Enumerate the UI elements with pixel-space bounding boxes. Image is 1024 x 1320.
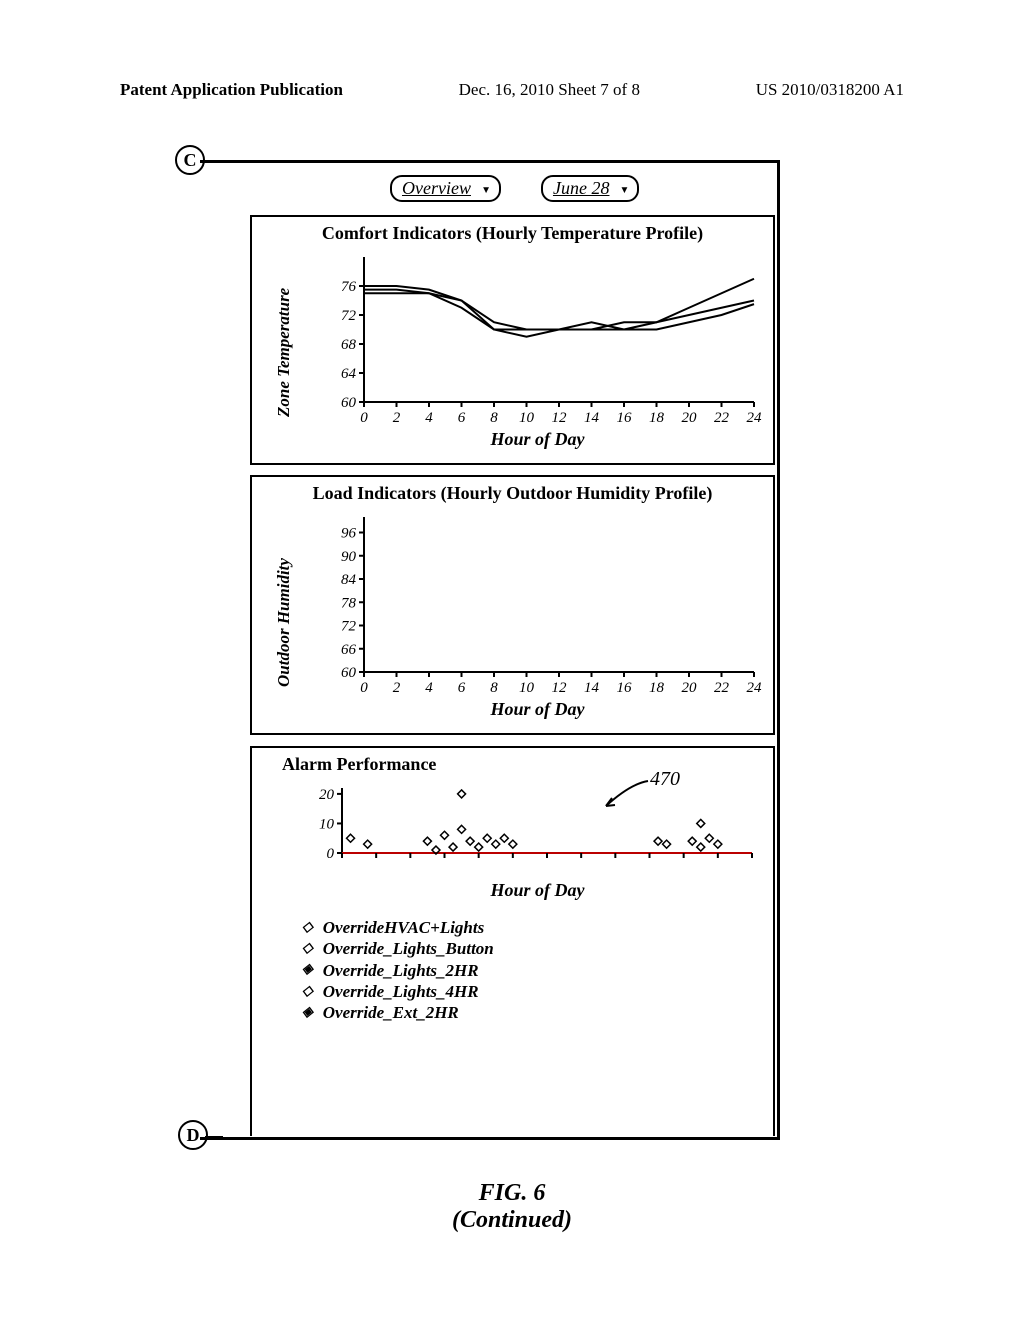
ref-470-leader [600,778,660,818]
svg-text:64: 64 [341,366,357,382]
alarm-panel: Alarm Performance 0 10 20 Hour of Day ◇ Ove… [250,746,775,1136]
svg-text:20: 20 [682,410,698,426]
alarm-legend: ◇ OverrideHVAC+Lights ◇ Override_Lights_Bu… [302,917,773,1023]
svg-text:12: 12 [552,680,568,696]
svg-text:4: 4 [425,680,433,696]
overview-label: Overview [402,178,471,198]
load-chart: 60667278849096024681012141618202224 [324,512,773,697]
chevron-down-icon: ▼ [620,185,630,196]
legend-item: Override_Lights_Button [323,938,494,959]
svg-text:8: 8 [490,680,498,696]
load-xlabel: Hour of Day [302,699,773,720]
svg-text:8: 8 [490,410,498,426]
svg-text:24: 24 [747,410,763,426]
diamond-icon: ◇ [302,983,313,1001]
header-mid: Dec. 16, 2010 Sheet 7 of 8 [459,80,640,100]
diamond-icon: ◇ [302,919,313,937]
svg-text:60: 60 [341,665,357,681]
svg-text:12: 12 [552,410,568,426]
svg-text:10: 10 [319,816,335,832]
svg-text:24: 24 [747,680,763,696]
top-controls: Overview ▼ June 28 ▼ [390,175,639,202]
comfort-chart: 6064687276024681012141618202224 [324,252,773,427]
comfort-title: Comfort Indicators (Hourly Temperature P… [252,223,773,244]
svg-text:18: 18 [649,680,665,696]
svg-text:22: 22 [714,410,730,426]
legend-item: Override_Ext_2HR [323,1002,459,1023]
legend-item: Override_Lights_4HR [323,981,479,1002]
overview-dropdown[interactable]: Overview ▼ [390,175,501,202]
figure-label: FIG. 6 [0,1180,1024,1207]
load-title: Load Indicators (Hourly Outdoor Humidity… [252,483,773,504]
svg-text:96: 96 [341,526,357,542]
chevron-down-icon: ▼ [481,185,491,196]
svg-text:60: 60 [341,395,357,411]
svg-text:4: 4 [425,410,433,426]
page-header: Patent Application Publication Dec. 16, … [0,80,1024,100]
legend-item: OverrideHVAC+Lights [323,917,484,938]
comfort-ylabel: Zone Temperature [274,288,294,417]
header-left: Patent Application Publication [120,80,343,100]
diamond-icon: ◇ [302,940,313,958]
alarm-chart: 0 10 20 [302,783,773,878]
svg-text:22: 22 [714,680,730,696]
comfort-panel: Comfort Indicators (Hourly Temperature P… [250,215,775,465]
svg-text:14: 14 [584,410,600,426]
svg-text:14: 14 [584,680,600,696]
legend-item: Override_Lights_2HR [323,960,479,981]
figure-caption: FIG. 6 (Continued) [0,1180,1024,1234]
svg-text:72: 72 [341,308,357,324]
svg-text:76: 76 [341,279,357,295]
svg-text:72: 72 [341,619,357,635]
alarm-xlabel: Hour of Day [302,880,773,901]
svg-text:84: 84 [341,572,357,588]
svg-text:0: 0 [360,410,368,426]
figure-sub: (Continued) [0,1207,1024,1234]
svg-text:16: 16 [617,680,633,696]
svg-text:16: 16 [617,410,633,426]
load-panel: Load Indicators (Hourly Outdoor Humidity… [250,475,775,735]
svg-text:6: 6 [458,410,466,426]
diamond-icon: ◈ [302,1004,313,1022]
comfort-xlabel: Hour of Day [302,429,773,450]
svg-text:6: 6 [458,680,466,696]
date-label: June 28 [553,178,609,198]
svg-text:10: 10 [519,410,535,426]
svg-text:18: 18 [649,410,665,426]
header-right: US 2010/0318200 A1 [756,80,904,100]
svg-text:0: 0 [327,846,335,862]
svg-text:90: 90 [341,549,357,565]
svg-text:2: 2 [393,410,401,426]
svg-text:10: 10 [519,680,535,696]
date-dropdown[interactable]: June 28 ▼ [541,175,639,202]
svg-text:68: 68 [341,337,357,353]
svg-text:20: 20 [319,787,335,803]
svg-text:20: 20 [682,680,698,696]
svg-text:78: 78 [341,595,357,611]
svg-text:66: 66 [341,642,357,658]
svg-text:0: 0 [360,680,368,696]
load-ylabel: Outdoor Humidity [274,558,294,687]
alarm-title: Alarm Performance [282,754,773,775]
diamond-icon: ◈ [302,961,313,979]
svg-text:2: 2 [393,680,401,696]
